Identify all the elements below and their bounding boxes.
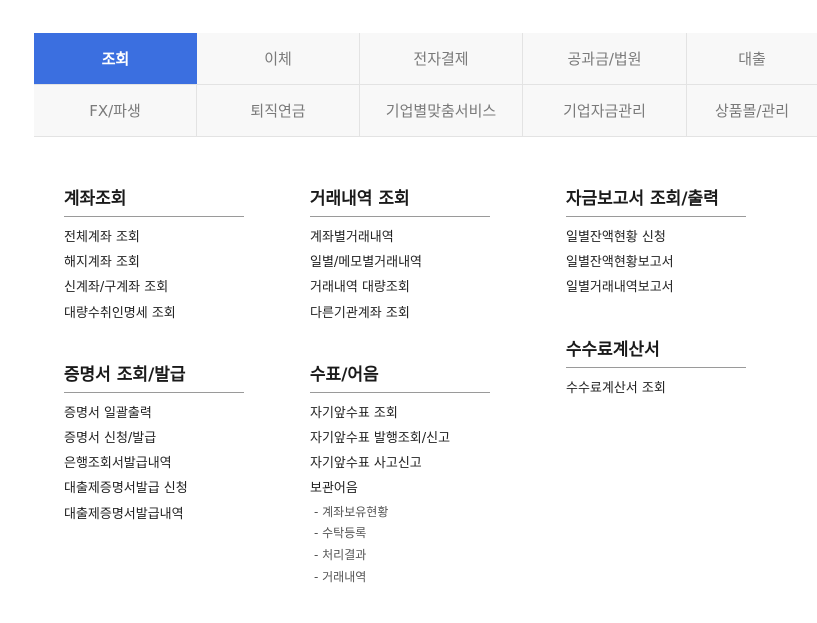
section-account: 계좌조회 전체계좌 조회 해지계좌 조회 신계좌/구계좌 조회 대량수취인명세 … <box>64 184 244 326</box>
link-bulk-payee-list[interactable]: 대량수취인명세 조회 <box>64 301 244 326</box>
tab-utility-court[interactable]: 공과금/법원 <box>523 33 687 85</box>
link-all-accounts[interactable]: 전체계좌 조회 <box>64 225 244 250</box>
tab-retirement-pension[interactable]: 퇴직연금 <box>197 85 360 137</box>
link-other-institution-accounts[interactable]: 다른기관계좌 조회 <box>310 301 490 326</box>
menu-column-2: 거래내역 조회 계좌별거래내역 일별/메모별거래내역 거래내역 대량조회 다른기… <box>310 184 490 623</box>
menu-tabs: 조회 이체 전자결제 공과금/법원 대출 FX/파생 퇴직연금 기업별맞춤서비스… <box>34 33 817 137</box>
section-certificate: 증명서 조회/발급 증명서 일괄출력 증명서 신청/발급 은행조회서발급내역 대… <box>64 360 244 527</box>
tab-fx-derivatives[interactable]: FX/파생 <box>34 85 197 137</box>
section-title-transactions: 거래내역 조회 <box>310 184 490 217</box>
link-daily-balance-report[interactable]: 일별잔액현황보고서 <box>566 250 746 275</box>
link-daily-transaction-report[interactable]: 일별거래내역보고서 <box>566 275 746 300</box>
link-fee-statement-inquiry[interactable]: 수수료계산서 조회 <box>566 376 746 401</box>
link-account-transactions[interactable]: 계좌별거래내역 <box>310 225 490 250</box>
link-daily-memo-transactions[interactable]: 일별/메모별거래내역 <box>310 250 490 275</box>
link-certificate-request[interactable]: 증명서 신청/발급 <box>64 426 244 451</box>
menu-column-3: 자금보고서 조회/출력 일별잔액현황 신청 일별잔액현황보고서 일별거래내역보고… <box>566 184 746 435</box>
section-title-checks: 수표/어음 <box>310 360 490 393</box>
link-new-old-accounts[interactable]: 신계좌/구계좌 조회 <box>64 275 244 300</box>
section-title-fund-report: 자금보고서 조회/출력 <box>566 184 746 217</box>
link-closed-accounts[interactable]: 해지계좌 조회 <box>64 250 244 275</box>
link-bulk-transactions[interactable]: 거래내역 대량조회 <box>310 275 490 300</box>
section-transactions: 거래내역 조회 계좌별거래내역 일별/메모별거래내역 거래내역 대량조회 다른기… <box>310 184 490 326</box>
link-loan-certificate-history[interactable]: 대출제증명서발급내역 <box>64 502 244 527</box>
link-account-holdings[interactable]: - 계좌보유현황 <box>310 502 490 524</box>
section-checks: 수표/어음 자기앞수표 조회 자기앞수표 발행조회/신고 자기앞수표 사고신고 … <box>310 360 490 589</box>
tab-transfer[interactable]: 이체 <box>197 33 360 85</box>
tab-fund-management[interactable]: 기업자금관리 <box>523 85 687 137</box>
tab-inquiry[interactable]: 조회 <box>34 33 197 85</box>
tab-electronic-payment[interactable]: 전자결제 <box>360 33 523 85</box>
section-title-account: 계좌조회 <box>64 184 244 217</box>
menu-column-1: 계좌조회 전체계좌 조회 해지계좌 조회 신계좌/구계좌 조회 대량수취인명세 … <box>64 184 244 561</box>
link-cashier-check-inquiry[interactable]: 자기앞수표 조회 <box>310 401 490 426</box>
section-title-certificate: 증명서 조회/발급 <box>64 360 244 393</box>
link-cashier-check-accident-report[interactable]: 자기앞수표 사고신고 <box>310 451 490 476</box>
link-cashier-check-issue-report[interactable]: 자기앞수표 발행조회/신고 <box>310 426 490 451</box>
link-bank-confirmation-history[interactable]: 은행조회서발급내역 <box>64 451 244 476</box>
section-title-fee: 수수료계산서 <box>566 335 746 368</box>
link-custody-bills[interactable]: 보관어음 <box>310 476 490 501</box>
link-certificate-batch-print[interactable]: 증명서 일괄출력 <box>64 401 244 426</box>
tab-loan[interactable]: 대출 <box>687 33 817 85</box>
tab-custom-service[interactable]: 기업별맞춤서비스 <box>360 85 523 137</box>
section-fund-report: 자금보고서 조회/출력 일별잔액현황 신청 일별잔액현황보고서 일별거래내역보고… <box>566 184 746 301</box>
link-processing-result[interactable]: - 처리결과 <box>310 545 490 567</box>
link-bill-transactions[interactable]: - 거래내역 <box>310 567 490 589</box>
section-fee: 수수료계산서 수수료계산서 조회 <box>566 335 746 401</box>
link-daily-balance-request[interactable]: 일별잔액현황 신청 <box>566 225 746 250</box>
link-trust-registration[interactable]: - 수탁등록 <box>310 523 490 545</box>
tab-product-mall[interactable]: 상품몰/관리 <box>687 85 817 137</box>
link-loan-certificate-request[interactable]: 대출제증명서발급 신청 <box>64 476 244 501</box>
